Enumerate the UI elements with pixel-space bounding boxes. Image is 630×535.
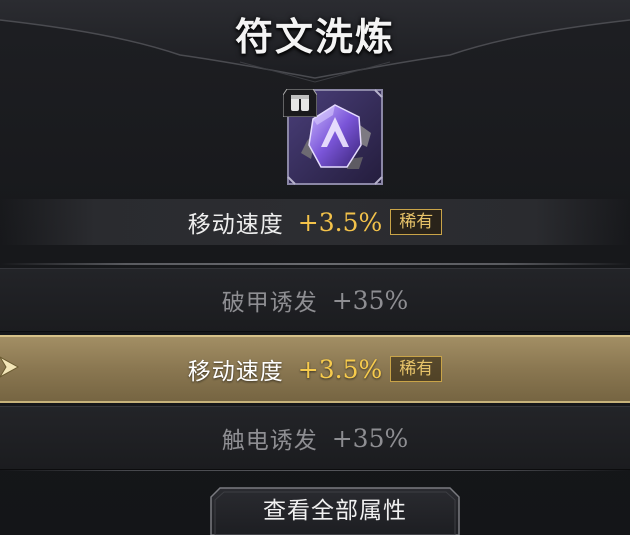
- page-title: 符文洗炼: [234, 14, 395, 59]
- current-stat-value: +3.5%: [297, 207, 383, 237]
- bottom-divider: [0, 470, 630, 471]
- option-stat-value: +3.5%: [297, 354, 383, 384]
- refine-option-2-selected[interactable]: 移动速度 +3.5% 稀有: [0, 335, 630, 403]
- option-stat-name: 移动速度: [187, 359, 284, 385]
- option-stat-value: +35%: [331, 285, 409, 315]
- header-banner: 符文洗炼: [0, 0, 630, 85]
- armor-badge-icon: [283, 89, 317, 117]
- view-all-button-label: 查看全部属性: [263, 498, 407, 524]
- refine-option-1[interactable]: 破甲诱发 +35%: [0, 268, 630, 332]
- rarity-badge: 稀有: [390, 209, 443, 235]
- section-divider: [0, 263, 630, 265]
- current-stat-name: 移动速度: [187, 212, 284, 238]
- current-stat-row: 移动速度 +3.5% 稀有: [0, 199, 630, 245]
- option-stat-value: +35%: [331, 423, 409, 453]
- selection-pointer-icon: [0, 356, 20, 378]
- rarity-badge: 稀有: [390, 356, 443, 382]
- option-stat-name: 破甲诱发: [221, 290, 318, 316]
- view-all-attributes-button[interactable]: 查看全部属性: [210, 487, 460, 535]
- option-stat-name: 触电诱发: [221, 428, 318, 454]
- rune-refine-panel: 符文洗炼 移动速度 +3.5% 稀有 破甲诱发 +35% 移动速度 +3.5% …: [0, 0, 630, 535]
- refine-option-3[interactable]: 触电诱发 +35%: [0, 406, 630, 470]
